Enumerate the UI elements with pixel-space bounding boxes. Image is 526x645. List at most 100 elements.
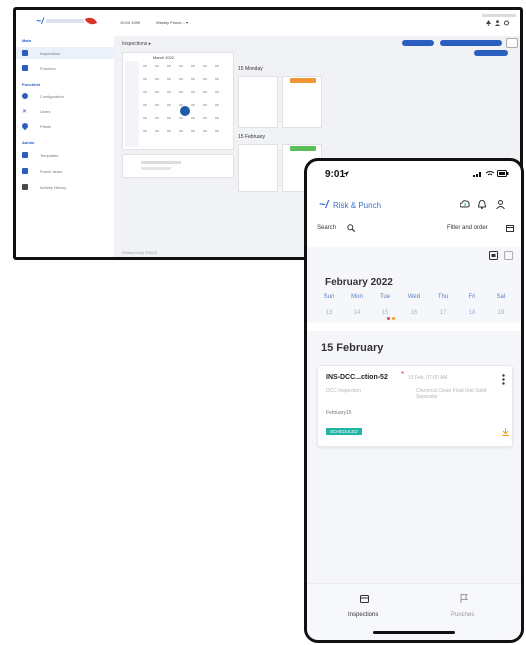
calendar-cell[interactable] [189, 102, 197, 108]
calendar-cell[interactable] [153, 76, 161, 82]
sidebar-item-users[interactable]: ✕ Users [22, 106, 50, 116]
calendar-cell[interactable] [189, 89, 197, 95]
calendar-cell[interactable] [213, 76, 221, 82]
day-card-1b[interactable] [282, 76, 322, 128]
day-number[interactable]: 14 [345, 310, 369, 316]
calendar-cell-mark [143, 130, 147, 132]
calendar-cell[interactable] [201, 89, 209, 95]
download-icon[interactable] [502, 428, 509, 436]
export-button[interactable] [474, 50, 508, 56]
cloud-sync-icon[interactable] [460, 200, 470, 209]
day-number[interactable]: 16 [402, 310, 426, 316]
bell-icon[interactable] [478, 200, 486, 209]
calendar-cell[interactable] [213, 102, 221, 108]
calendar-cell[interactable] [165, 63, 173, 69]
calendar-cell-mark [215, 117, 219, 119]
calendar-cell[interactable] [153, 63, 161, 69]
calendar-cell[interactable] [141, 128, 149, 134]
inspection-card[interactable]: INS-DCC...ction-52 * 15 Feb, 07:00 AM DC… [317, 365, 513, 447]
new-inspection-button[interactable] [440, 40, 502, 46]
calendar-cell[interactable] [213, 89, 221, 95]
calendar-filter-icon[interactable] [506, 224, 514, 232]
calendar-cell[interactable] [201, 102, 209, 108]
event-summary[interactable] [122, 154, 234, 178]
calendar-cell[interactable] [189, 63, 197, 69]
calendar-cell[interactable] [165, 76, 173, 82]
sidebar-item-punch-items[interactable]: Punch Items [22, 166, 62, 176]
calendar-view-icon[interactable] [489, 251, 498, 260]
calendar-cell[interactable] [141, 102, 149, 108]
logo-swoosh-icon: ~/ [36, 16, 44, 26]
calendar-cell[interactable] [153, 102, 161, 108]
calendar-cell[interactable] [177, 63, 185, 69]
day-number[interactable]: 19 [489, 310, 513, 316]
day-number[interactable]: 13 [317, 310, 341, 316]
calendar-cell[interactable] [177, 76, 185, 82]
calendar-cell[interactable] [201, 76, 209, 82]
more-vertical-icon[interactable] [502, 374, 505, 385]
status-badge: SCHEDULED [326, 428, 362, 435]
calendar-cell[interactable] [177, 89, 185, 95]
status-time: 9:01 [325, 169, 346, 180]
day-card-2a[interactable] [238, 144, 278, 192]
event-summary-line [141, 161, 181, 164]
sidebar-item-activity[interactable]: Activity History [22, 182, 66, 192]
calendar-cell[interactable] [213, 128, 221, 134]
search-label[interactable]: Search [317, 225, 336, 231]
sidebar-item-configuration[interactable]: Configuration [22, 91, 64, 101]
project-selector[interactable]: Weekly Punch... ▾ [156, 20, 188, 25]
calendar-cell-mark [203, 91, 207, 93]
add-button[interactable] [402, 40, 434, 46]
calendar-cell-mark [167, 65, 171, 67]
calendar-cell[interactable] [153, 128, 161, 134]
calendar-cell[interactable] [189, 76, 197, 82]
footer-text: Shirley Kelly ©2023 [122, 250, 157, 255]
calendar-cell-mark [215, 91, 219, 93]
day-card-1a[interactable] [238, 76, 278, 128]
calendar-selected-day[interactable] [180, 106, 190, 116]
calendar-cell[interactable] [177, 128, 185, 134]
day-number[interactable]: 17 [431, 310, 455, 316]
calendar-cell[interactable] [141, 89, 149, 95]
calendar-cell[interactable] [201, 128, 209, 134]
user-profile-icon[interactable] [496, 200, 505, 209]
calendar-cell-mark [203, 117, 207, 119]
settings-icon[interactable] [504, 20, 509, 26]
calendar-cell[interactable] [213, 63, 221, 69]
calendar-cell[interactable] [165, 115, 173, 121]
inspections-icon [22, 50, 28, 56]
calendar-cell[interactable] [141, 115, 149, 121]
battery-icon [497, 170, 509, 177]
toolbar-icons [486, 20, 509, 26]
sidebar-item-inspections[interactable]: Inspections [22, 48, 60, 58]
sidebar-item-plants[interactable]: Plants [20, 121, 51, 131]
calendar-cell[interactable] [153, 115, 161, 121]
list-view-icon[interactable] [504, 251, 513, 260]
calendar-cell[interactable] [141, 63, 149, 69]
filter-order-label[interactable]: Filter and order [447, 225, 488, 231]
calendar-cell[interactable] [213, 115, 221, 121]
calendar-cell[interactable] [165, 102, 173, 108]
calendar-cell[interactable] [201, 63, 209, 69]
toolbar-date: 10:00 1999 [120, 20, 141, 25]
calendar-cell-mark [203, 130, 207, 132]
bell-icon[interactable] [486, 20, 491, 26]
day-number[interactable]: 15 [373, 310, 397, 316]
calendar-cell-mark [155, 104, 159, 106]
sidebar-item-punches[interactable]: Punches [22, 63, 56, 73]
user-icon[interactable] [495, 20, 500, 26]
calendar-cell[interactable] [153, 89, 161, 95]
calendar-cell-mark [143, 65, 147, 67]
more-button[interactable] [506, 38, 518, 48]
sidebar-item-templates[interactable]: Templates [22, 150, 58, 160]
calendar-cell[interactable] [165, 89, 173, 95]
calendar-cell-mark [179, 65, 183, 67]
day-number[interactable]: 18 [460, 310, 484, 316]
calendar-cell[interactable] [201, 115, 209, 121]
calendar-cell[interactable] [141, 76, 149, 82]
calendar-cell[interactable] [165, 128, 173, 134]
calendar-cell[interactable] [189, 115, 197, 121]
calendar-cell[interactable] [189, 128, 197, 134]
search-icon[interactable] [347, 224, 355, 232]
inspection-plant: Chemical Clean Fluid Unit Solid Separato… [416, 388, 487, 400]
